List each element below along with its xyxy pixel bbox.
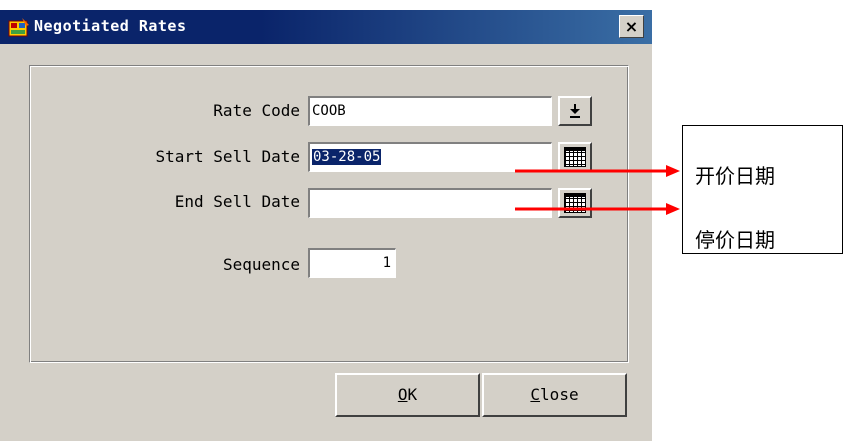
start-date-arrowhead xyxy=(666,165,680,177)
annotation-end-label: 停价日期 xyxy=(695,228,775,250)
annotation-start-label: 开价日期 xyxy=(695,164,775,188)
end-date-arrowhead xyxy=(666,203,680,215)
annotation-box: 开价日期 停价日期 xyxy=(682,125,843,254)
